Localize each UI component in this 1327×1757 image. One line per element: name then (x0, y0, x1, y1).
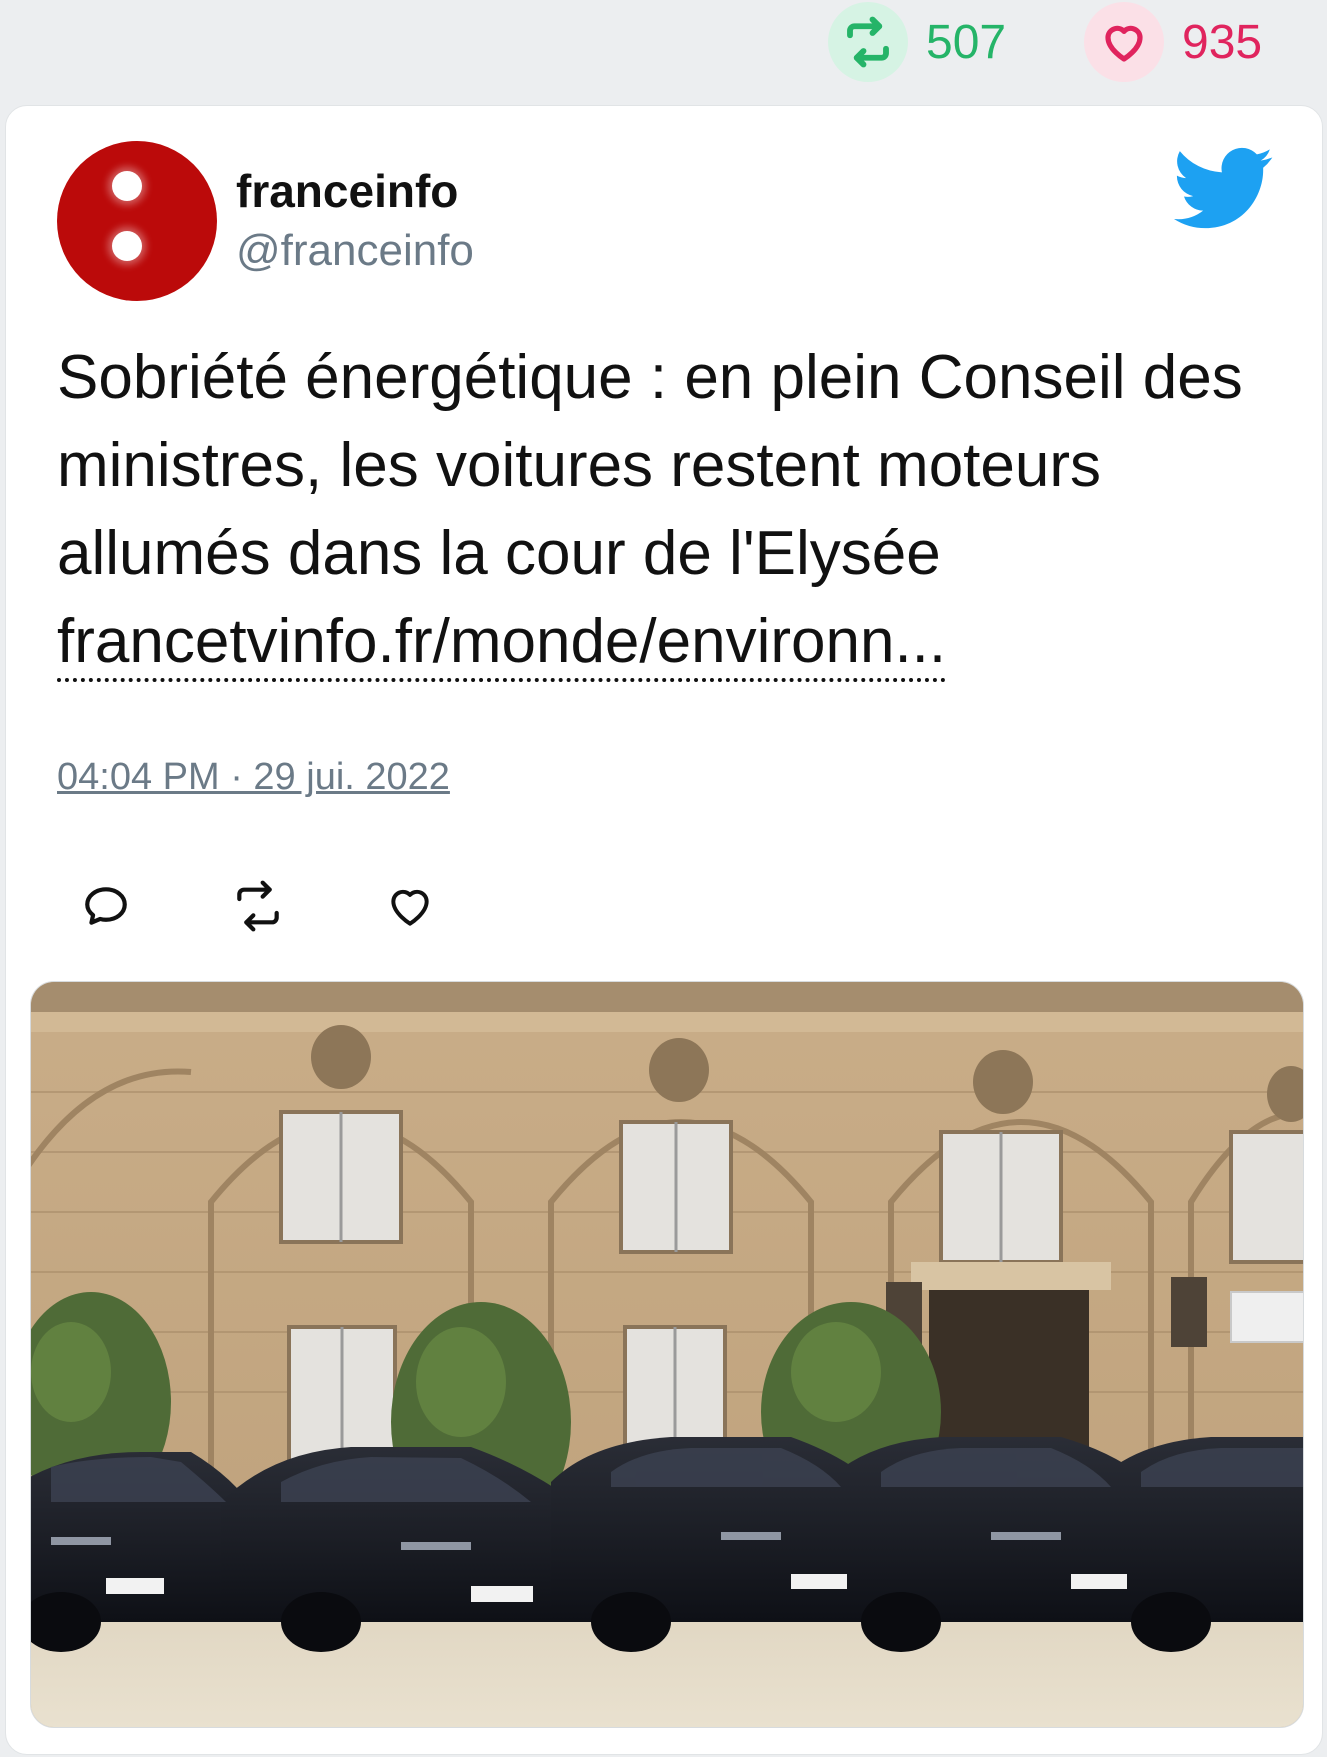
avatar[interactable] (57, 141, 217, 301)
avatar-dot (112, 231, 142, 261)
author-name[interactable]: franceinfo (236, 164, 458, 218)
elysee-courtyard-photo (31, 982, 1303, 1727)
tweet-timestamp[interactable]: 04:04 PM · 29 jui. 2022 (57, 756, 450, 799)
reply-icon[interactable] (76, 876, 136, 936)
retweet-icon[interactable] (828, 2, 908, 82)
tweet-card[interactable]: franceinfo @franceinfo Sobriété énergéti… (5, 105, 1323, 1755)
tweet-link[interactable]: francetvinfo.fr/monde/environn... (57, 606, 947, 682)
avatar-dot (112, 171, 142, 201)
retweet-icon[interactable] (228, 876, 288, 936)
twitter-bird-icon (1174, 147, 1273, 229)
heart-icon[interactable] (380, 876, 440, 936)
retweet-count: 507 (926, 15, 1007, 69)
like-count: 935 (1182, 15, 1263, 69)
tweet-body: Sobriété énergétique : en plein Conseil … (57, 334, 1287, 686)
like-stat[interactable]: 935 (1084, 0, 1262, 84)
engagement-bar: 507 935 (0, 0, 1327, 100)
retweet-stat[interactable]: 507 (828, 0, 1006, 84)
author-handle[interactable]: @franceinfo (236, 226, 474, 276)
heart-icon[interactable] (1084, 2, 1164, 82)
tweet-actions (76, 876, 532, 936)
tweet-text: Sobriété énergétique : en plein Conseil … (57, 343, 1243, 588)
tweet-photo[interactable] (30, 981, 1304, 1728)
